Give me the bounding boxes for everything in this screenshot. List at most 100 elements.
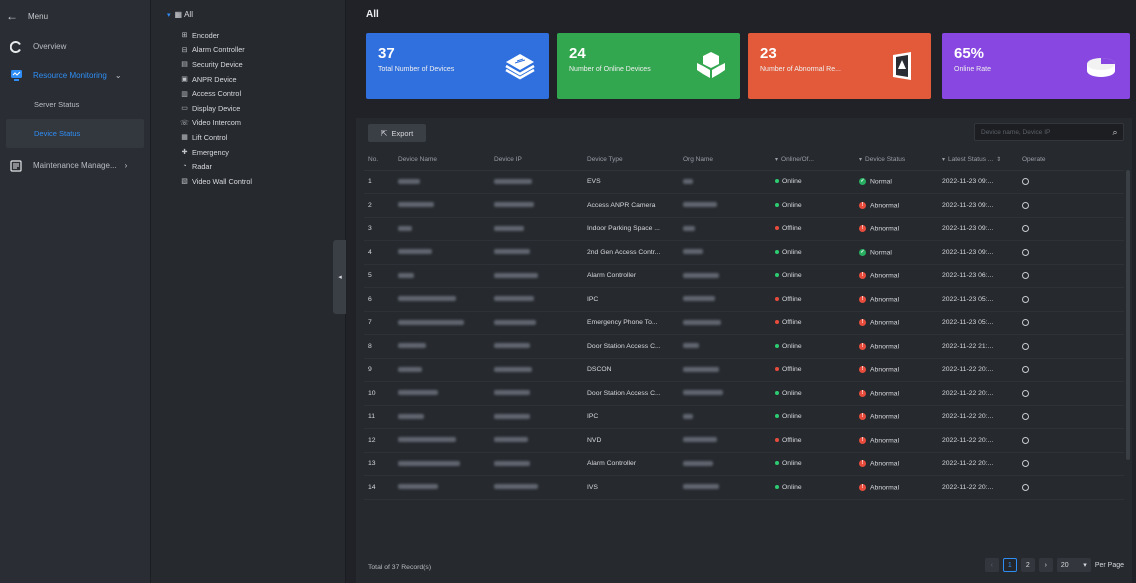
cell-online: Offline [771,428,855,453]
menu-subitem-label: Device Status [34,129,81,138]
tree-node[interactable]: ▥ Access Control [180,86,252,101]
view-detail-icon[interactable] [1022,413,1029,421]
column-header-device-status[interactable]: ▾ Device Status [855,150,938,171]
cell-latest-status: 2022-11-23 09:... [938,240,1018,265]
export-button[interactable]: ⇱ Export [368,124,426,142]
encoder-icon: ⊞ [181,32,188,40]
table-row[interactable]: 2 Access ANPR Camera Online! Abnormal 2022-1… [364,193,1124,218]
cell-device-type: IPC [583,405,679,429]
tree-node[interactable]: ▣ ANPR Device [180,72,252,87]
cell-latest-status: 2022-11-23 09:... [938,193,1018,218]
access-control-icon: ▥ [181,90,188,98]
table-row[interactable]: 10 Door Station Access C... Online! Abnorma… [364,381,1124,406]
column-header-org-name[interactable]: Org Name [679,150,771,171]
column-header-device-ip[interactable]: Device IP [490,150,583,171]
table-row[interactable]: 7 Emergency Phone To... Offline! Abnormal 20… [364,311,1124,335]
table-row[interactable]: 12 NVD Offline! Abnormal 2022-11-22 20:... [364,428,1124,453]
menu-item-label: Overview [33,42,67,51]
tree-node[interactable]: ▧ Video Wall Control [180,174,252,189]
view-detail-icon[interactable] [1022,389,1029,397]
card-total-devices[interactable]: 37 Total Number of Devices [366,33,549,99]
page-button-2[interactable]: 2 [1020,558,1035,572]
table-row[interactable]: 5 Alarm Controller Online! Abnormal 2022-11-… [364,264,1124,288]
view-detail-icon[interactable] [1022,225,1029,233]
page-size-select[interactable]: 20 ▾ [1056,558,1091,572]
card-online-devices[interactable]: 24 Number of Online Devices [557,33,740,99]
view-detail-icon[interactable] [1022,436,1029,444]
view-detail-icon[interactable] [1022,272,1029,280]
column-header-device-name[interactable]: Device Name [394,150,490,171]
view-detail-icon[interactable] [1022,366,1029,374]
maintenance-icon [9,159,23,173]
search-input[interactable] [975,128,1107,136]
card-online-rate[interactable]: 65% Online Rate [942,33,1130,99]
view-detail-icon[interactable] [1022,201,1029,209]
next-page-button[interactable]: › [1038,558,1053,572]
menu-item-overview[interactable]: Overview [0,32,150,61]
tree-node[interactable]: ▭ Display Device [180,101,252,116]
tree-node[interactable]: ◔ Radar [180,159,252,174]
cell-device-ip [490,170,583,194]
card-abnormal-records[interactable]: 23 Number of Abnormal Re... [748,33,931,99]
filter-icon[interactable]: ▾ [859,157,862,163]
tree-node[interactable]: ☏ Video Intercom [180,116,252,131]
cell-org-name [679,170,771,194]
menu-item-resource-monitoring[interactable]: Resource Monitoring ⌄ [0,61,150,90]
sort-icon[interactable]: ⇕ [996,157,1001,163]
table-row[interactable]: 11 IPC Online! Abnormal 2022-11-22 20:... [364,405,1124,429]
cell-operate [1018,358,1124,382]
table-row[interactable]: 8 Door Station Access C... Online! Abnormal… [364,334,1124,359]
search-icon[interactable]: ⌕ [1107,127,1123,138]
redacted-text [683,202,717,208]
status-dot [775,273,779,278]
view-detail-icon[interactable] [1022,342,1029,350]
status-dot [775,390,779,395]
table-row[interactable]: 14 IVS Online! Abnormal 2022-11-22 20:... [364,475,1124,500]
view-detail-icon[interactable] [1022,248,1029,256]
column-header-online[interactable]: ▾ Online/Of... [771,150,855,171]
view-detail-icon[interactable] [1022,178,1029,186]
table-row[interactable]: 6 IPC Offline! Abnormal 2022-11-23 05:... [364,287,1124,312]
tree-node[interactable]: ⊞ Encoder [180,28,252,43]
cell-operate [1018,475,1124,500]
column-header-device-type[interactable]: Device Type [583,150,679,171]
back-arrow-icon[interactable]: ← [6,9,18,23]
tree-node[interactable]: ⊟ Alarm Controller [180,43,252,58]
collapse-panel-button[interactable]: ◂ [333,240,347,314]
caret-down-icon[interactable]: ▾ [167,11,171,19]
table-row[interactable]: 4 2nd Gen Access Contr... Online ✓ Normal 202… [364,240,1124,265]
prev-page-button[interactable]: ‹ [984,558,999,572]
menu-subitem-server-status[interactable]: Server Status [0,90,150,119]
menu-header[interactable]: ← Menu [0,0,150,32]
cell-device-status: ! Abnormal [855,311,938,335]
table-row[interactable]: 13 Alarm Controller Online! Abnormal 2022-11… [364,452,1124,476]
page-button-1[interactable]: 1 [1002,558,1017,572]
cell-no: 8 [364,334,394,359]
tree-root-all[interactable]: ▾ ▦ All [167,10,193,19]
filter-icon[interactable]: ▾ [775,157,778,163]
column-header-latest-status[interactable]: ▾ Latest Status ... ⇕ [938,150,1018,171]
view-detail-icon[interactable] [1022,319,1029,327]
filter-icon[interactable]: ▾ [942,157,945,163]
view-detail-icon[interactable] [1022,483,1029,491]
alert-circle-icon: ! [859,272,866,280]
redacted-text [398,390,438,396]
cell-device-status: ! Abnormal [855,452,938,476]
table-row[interactable]: 3 Indoor Parking Space ... Offline! Abnorma… [364,217,1124,241]
overview-icon [9,40,23,54]
view-detail-icon[interactable] [1022,460,1029,468]
tree-node[interactable]: ✚ Emergency [180,145,252,160]
online-label: Online [782,483,802,491]
menu-item-label: Resource Monitoring [33,71,107,80]
cell-device-ip [490,264,583,288]
tree-node[interactable]: ▦ Lift Control [180,130,252,145]
tree-node[interactable]: ▤ Security Device [180,57,252,72]
view-detail-icon[interactable] [1022,295,1029,303]
table-row[interactable]: 1 EVS Online ✓ Normal 2022-11-23 09:... [364,170,1124,194]
table-row[interactable]: 9 DSCON Offline! Abnormal 2022-11-22 20:... [364,358,1124,382]
column-header-no[interactable]: No. [364,150,394,171]
cell-device-status: ! Abnormal [855,193,938,218]
menu-subitem-device-status[interactable]: Device Status [6,119,144,148]
menu-item-maintenance[interactable]: Maintenance Manage... › [0,151,150,180]
table-scrollbar[interactable] [1126,170,1130,460]
